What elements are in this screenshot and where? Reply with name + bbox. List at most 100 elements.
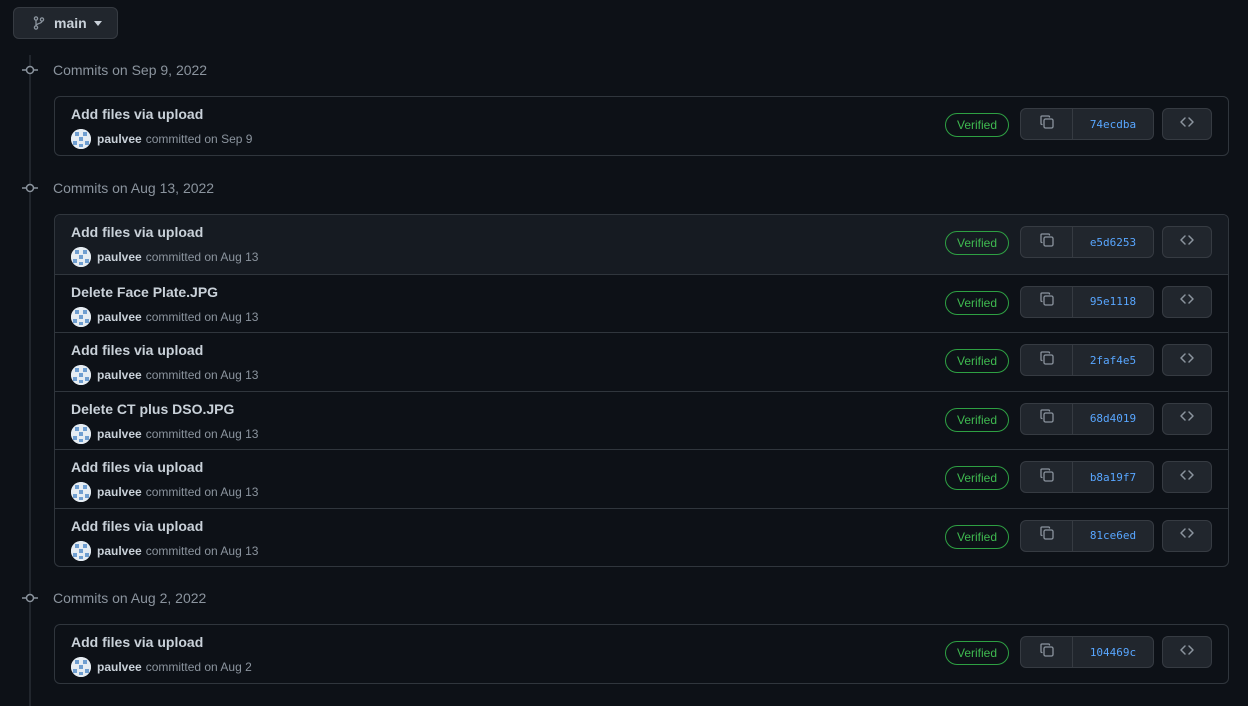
commit-message-link[interactable]: Add files via upload	[71, 106, 203, 122]
commit-list: Add files via upload paulvee committed on …	[54, 96, 1229, 156]
author-avatar[interactable]	[71, 657, 91, 677]
commit-list: Add files via upload paulvee committed on …	[54, 624, 1229, 684]
copy-sha-button[interactable]	[1021, 637, 1073, 667]
author-link[interactable]: paulvee	[97, 660, 142, 674]
commit-sha-group: e5d6253	[1020, 226, 1154, 258]
commit-group-header: Commits on Sep 9, 2022	[0, 59, 600, 81]
commit-meta: paulvee committed on Aug 13	[71, 482, 258, 502]
commit-row: Add files via upload paulvee committed on …	[55, 449, 1228, 508]
browse-repo-button[interactable]	[1162, 285, 1212, 318]
author-avatar[interactable]	[71, 365, 91, 385]
browse-repo-button[interactable]	[1162, 519, 1212, 552]
commit-meta: paulvee committed on Sep 9	[71, 129, 252, 149]
author-avatar[interactable]	[71, 247, 91, 267]
commit-message-link[interactable]: Add files via upload	[71, 342, 203, 358]
copy-sha-button[interactable]	[1021, 286, 1073, 317]
commit-sha-group: 95e1118	[1020, 285, 1154, 318]
author-link[interactable]: paulvee	[97, 310, 142, 324]
branch-selector-button[interactable]: main	[13, 7, 118, 39]
commit-sha-link[interactable]: b8a19f7	[1073, 462, 1153, 492]
copy-sha-button[interactable]	[1021, 227, 1073, 257]
verified-badge[interactable]: Verified	[945, 466, 1009, 490]
commit-row: Add files via upload paulvee committed on …	[55, 625, 1228, 683]
author-link[interactable]: paulvee	[97, 132, 142, 146]
commit-sha-link[interactable]: 68d4019	[1073, 404, 1153, 434]
commit-message-link[interactable]: Add files via upload	[71, 224, 203, 240]
commit-group-date: Commits on Sep 9, 2022	[53, 62, 208, 78]
caret-down-icon	[93, 20, 102, 26]
copy-icon	[1039, 467, 1055, 488]
copy-sha-button[interactable]	[1021, 403, 1073, 434]
author-link[interactable]: paulvee	[97, 368, 142, 382]
browse-repo-button[interactable]	[1162, 402, 1212, 435]
commit-sha-link[interactable]: 81ce6ed	[1073, 521, 1153, 551]
git-branch-icon	[31, 15, 47, 31]
commit-row: Add files via upload paulvee committed on …	[55, 507, 1228, 567]
copy-sha-button[interactable]	[1021, 345, 1073, 375]
author-avatar[interactable]	[71, 129, 91, 149]
commit-row: Add files via upload paulvee committed on …	[55, 97, 1228, 155]
commit-message-link[interactable]: Add files via upload	[71, 459, 203, 475]
copy-icon	[1039, 114, 1055, 135]
author-link[interactable]: paulvee	[97, 250, 142, 264]
code-icon	[1179, 642, 1195, 663]
commit-message-link[interactable]: Add files via upload	[71, 518, 203, 534]
commit-node-icon	[22, 590, 38, 606]
verified-badge[interactable]: Verified	[945, 407, 1009, 432]
copy-sha-button[interactable]	[1021, 520, 1073, 551]
verified-badge[interactable]: Verified	[945, 290, 1009, 315]
author-avatar[interactable]	[71, 423, 91, 444]
verified-badge[interactable]: Verified	[945, 349, 1009, 373]
commit-sha-link[interactable]: 104469c	[1073, 637, 1153, 667]
commit-meta: paulvee committed on Aug 13	[71, 423, 259, 444]
code-icon	[1179, 232, 1195, 253]
commit-meta: paulvee committed on Aug 13	[71, 247, 258, 267]
verified-badge[interactable]: Verified	[945, 524, 1009, 549]
commit-sha-group: 74ecdba	[1020, 108, 1154, 140]
commit-node-icon	[22, 180, 38, 196]
commit-date-text: committed on Aug 13	[145, 543, 259, 558]
commit-date-text: committed on Aug 13	[145, 426, 259, 441]
copy-icon	[1039, 350, 1055, 371]
commit-sha-group: 104469c	[1020, 636, 1154, 668]
code-icon	[1179, 114, 1195, 135]
browse-repo-button[interactable]	[1162, 461, 1212, 493]
branch-name: main	[54, 15, 87, 31]
copy-icon	[1039, 291, 1055, 312]
commit-sha-group: 2faf4e5	[1020, 344, 1154, 376]
commit-sha-link[interactable]: 95e1118	[1073, 287, 1153, 317]
commit-message-link[interactable]: Delete CT plus DSO.JPG	[71, 401, 234, 417]
commit-sha-link[interactable]: 74ecdba	[1073, 109, 1153, 139]
commit-sha-link[interactable]: 2faf4e5	[1073, 345, 1153, 375]
author-link[interactable]: paulvee	[97, 485, 142, 499]
copy-sha-button[interactable]	[1021, 109, 1073, 139]
commit-message-link[interactable]: Delete Face Plate.JPG	[71, 284, 218, 300]
commit-date-text: committed on Aug 13	[145, 485, 259, 499]
copy-icon	[1039, 232, 1055, 253]
commit-row: Delete Face Plate.JPG paulvee committed on…	[55, 273, 1228, 333]
commit-meta: paulvee committed on Aug 13	[71, 365, 258, 385]
browse-repo-button[interactable]	[1162, 636, 1212, 668]
browse-repo-button[interactable]	[1162, 344, 1212, 376]
browse-repo-button[interactable]	[1162, 108, 1212, 140]
commit-sha-group: b8a19f7	[1020, 461, 1154, 493]
commit-meta: paulvee committed on Aug 13	[71, 540, 259, 561]
verified-badge[interactable]: Verified	[945, 641, 1009, 665]
verified-badge[interactable]: Verified	[945, 231, 1009, 255]
commit-group-header: Commits on Aug 2, 2022	[0, 587, 600, 609]
browse-repo-button[interactable]	[1162, 226, 1212, 258]
author-avatar[interactable]	[71, 540, 91, 561]
author-avatar[interactable]	[71, 306, 91, 327]
commit-group-date: Commits on Aug 2, 2022	[53, 590, 207, 606]
copy-icon	[1039, 642, 1055, 663]
author-link[interactable]: paulvee	[97, 427, 142, 441]
commit-row: Add files via upload paulvee committed on …	[55, 215, 1228, 274]
commit-date-text: committed on Aug 2	[145, 660, 252, 674]
verified-badge[interactable]: Verified	[945, 113, 1009, 137]
commit-sha-link[interactable]: e5d6253	[1073, 227, 1153, 257]
copy-sha-button[interactable]	[1021, 462, 1073, 492]
author-link[interactable]: paulvee	[97, 544, 142, 558]
commit-message-link[interactable]: Add files via upload	[71, 634, 203, 650]
author-avatar[interactable]	[71, 482, 91, 502]
code-icon	[1179, 467, 1195, 488]
